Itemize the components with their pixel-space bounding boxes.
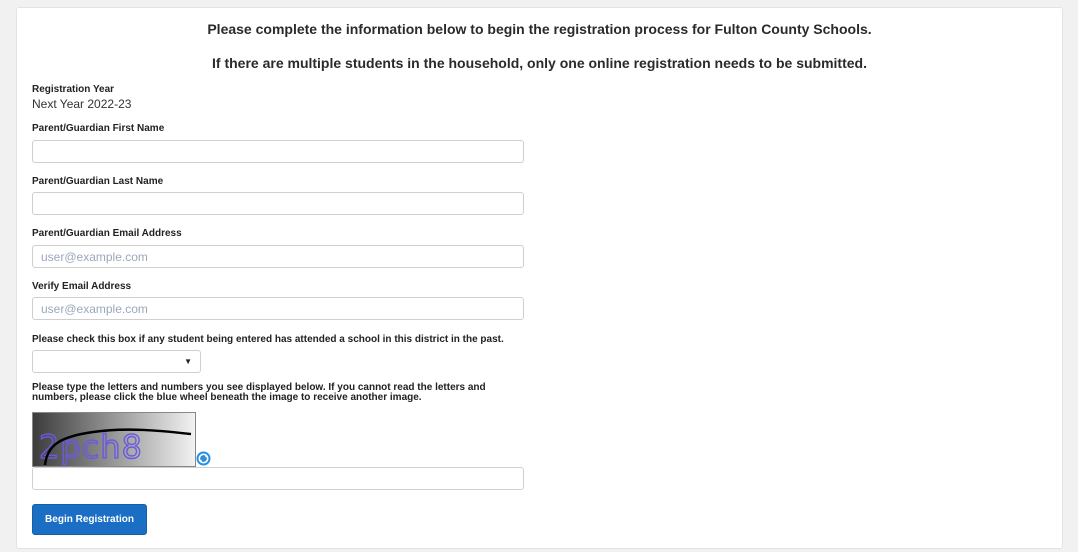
refresh-captcha-icon[interactable]: [196, 451, 211, 466]
captcha-image: 2pch8: [32, 412, 196, 467]
captcha-text: 2pch8: [39, 428, 143, 466]
begin-registration-button[interactable]: Begin Registration: [32, 504, 147, 535]
chevron-down-icon: ▼: [184, 357, 192, 366]
registration-year-value: Next Year 2022-23: [32, 97, 132, 111]
first-name-label: Parent/Guardian First Name: [32, 123, 165, 134]
verify-email-field[interactable]: [32, 297, 524, 320]
first-name-field[interactable]: [32, 140, 524, 163]
captcha-field[interactable]: [32, 467, 524, 490]
last-name-field[interactable]: [32, 192, 524, 215]
attended-district-label: Please check this box if any student bei…: [32, 334, 504, 345]
intro-heading: Please complete the information below to…: [207, 21, 872, 37]
registration-year-label: Registration Year: [32, 84, 115, 95]
household-note-heading: If there are multiple students in the ho…: [212, 55, 867, 71]
verify-email-label: Verify Email Address: [32, 281, 132, 292]
registration-panel: Please complete the information below to…: [16, 7, 1063, 549]
attended-district-select[interactable]: ▼: [32, 350, 201, 373]
email-label: Parent/Guardian Email Address: [32, 228, 182, 239]
last-name-label: Parent/Guardian Last Name: [32, 176, 164, 187]
email-field[interactable]: [32, 245, 524, 268]
captcha-instructions: Please type the letters and numbers you …: [32, 382, 486, 403]
captcha-graphic: 2pch8: [33, 413, 195, 466]
